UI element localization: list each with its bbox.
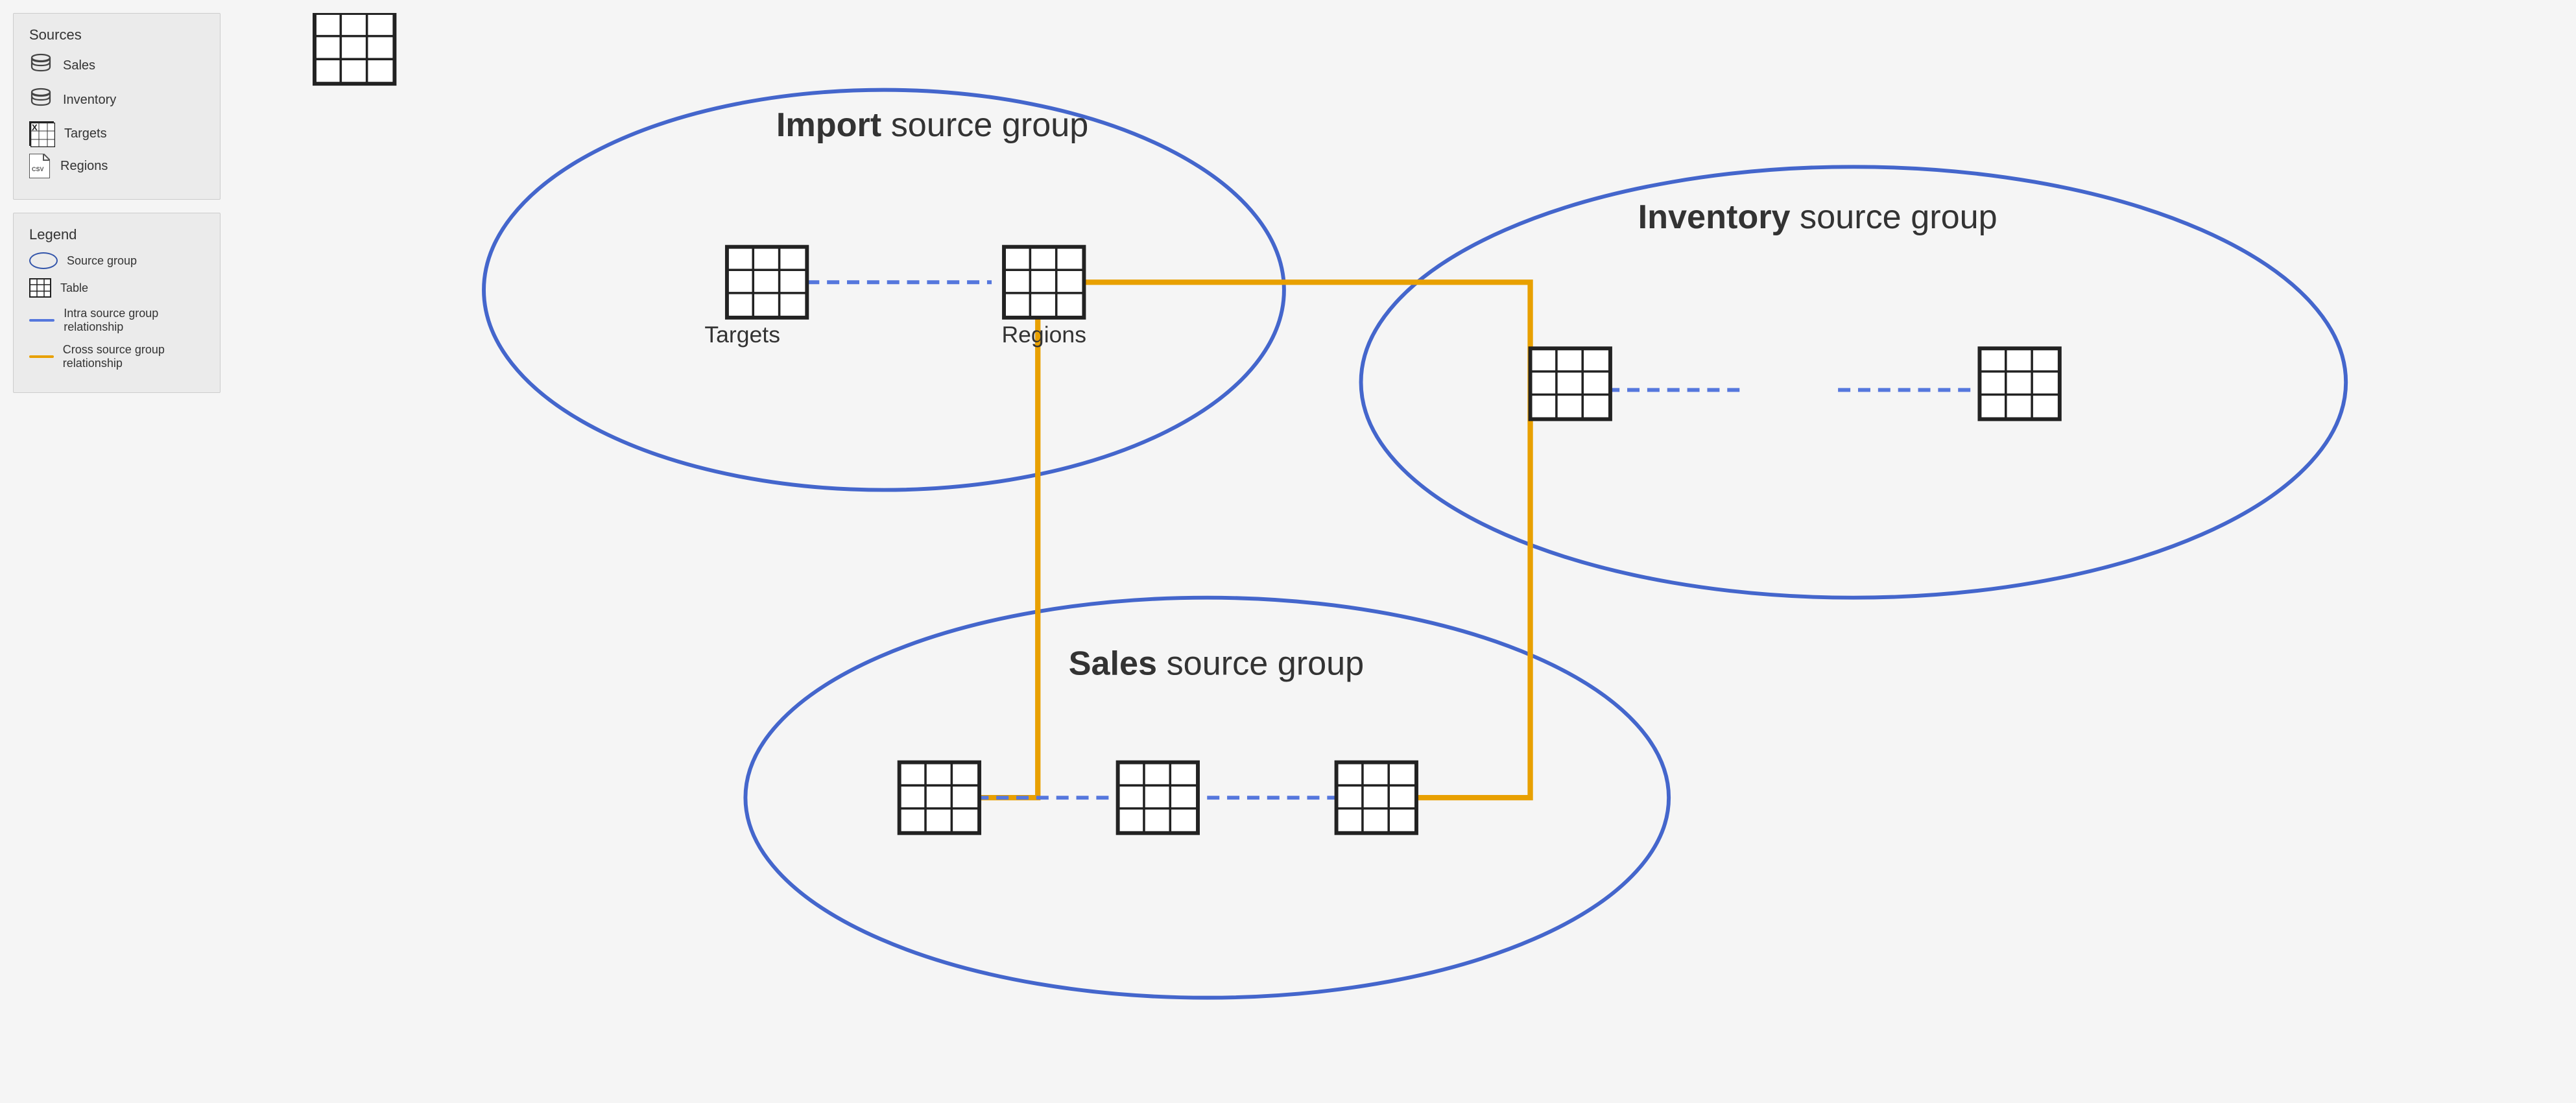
sources-title: Sources <box>29 27 204 43</box>
legend-ellipse-icon <box>29 252 58 269</box>
targets-table-node <box>727 247 807 318</box>
source-label-inventory: Inventory <box>63 93 116 108</box>
sales-table-2 <box>1118 763 1198 833</box>
import-group-ellipse <box>484 90 1284 490</box>
source-label-targets: Targets <box>64 126 107 141</box>
legend-item-table: Table <box>29 278 204 298</box>
sales-table-3 <box>1337 763 1416 833</box>
legend-label-intra: Intra source group relationship <box>64 307 204 334</box>
legend-label-table: Table <box>60 281 88 295</box>
cross-line-inventory-to-sales <box>1361 382 1531 798</box>
diagram-area: Targets Regions <box>221 13 2563 1090</box>
sources-panel: Sources Sales <box>13 13 221 200</box>
cross-line-import-to-sales <box>900 282 1038 798</box>
legend-title: Legend <box>29 226 204 243</box>
legend-panel: Legend Source group Table Intra source g… <box>13 213 221 393</box>
sales-group-label: Sales source group <box>1069 645 1365 682</box>
excel-icon-targets: X <box>29 121 54 146</box>
source-item-inventory: Inventory <box>29 87 204 113</box>
inventory-table-3 <box>1979 348 2059 419</box>
source-label-regions: Regions <box>60 159 108 174</box>
left-panel: Sources Sales <box>13 13 221 1090</box>
source-label-sales: Sales <box>63 58 95 73</box>
inventory-table-1 <box>1531 348 1610 419</box>
source-item-regions: CSV Regions <box>29 154 204 178</box>
inventory-group-label: Inventory source group <box>1638 198 1998 236</box>
sales-table-1 <box>900 763 979 833</box>
svg-text:CSV: CSV <box>32 166 44 172</box>
diagram-svg: Targets Regions <box>221 13 2563 1090</box>
cross-line-icon <box>29 355 54 358</box>
intra-line-icon <box>29 319 54 322</box>
targets-node-label: Targets <box>704 322 780 348</box>
svg-text:X: X <box>32 123 38 132</box>
inventory-table-2 <box>315 13 394 84</box>
database-icon-inventory <box>29 87 53 113</box>
import-group-label: Import source group <box>776 106 1088 144</box>
legend-item-source-group: Source group <box>29 252 204 269</box>
csv-icon-regions: CSV <box>29 154 50 178</box>
legend-label-cross: Cross source group relationship <box>63 343 204 370</box>
legend-table-icon <box>29 278 51 298</box>
legend-item-intra: Intra source group relationship <box>29 307 204 334</box>
source-item-sales: Sales <box>29 53 204 79</box>
legend-label-source-group: Source group <box>67 254 137 268</box>
legend-item-cross: Cross source group relationship <box>29 343 204 370</box>
regions-table-node <box>1004 247 1084 318</box>
database-icon-sales <box>29 53 53 79</box>
regions-node-label: Regions <box>1001 322 1086 348</box>
source-item-targets: X Targets <box>29 121 204 146</box>
